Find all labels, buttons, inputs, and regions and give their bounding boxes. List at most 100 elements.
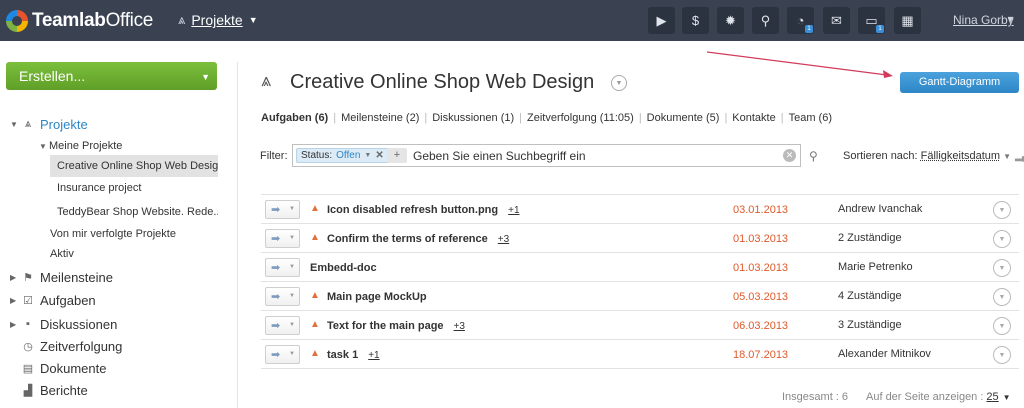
row-menu-icon[interactable]: ▼	[993, 201, 1011, 219]
project-item[interactable]: Creative Online Shop Web Design	[50, 155, 218, 177]
top-bar: TeamlabOffice ⩓ Projekte ▼ ▶ $ ✹ ⚲ ◔ 1 ✉ …	[0, 0, 1024, 41]
chevron-down-icon[interactable]: ▼	[364, 152, 371, 159]
sort-label: Sortieren nach:	[843, 150, 918, 162]
sidebar-divider	[237, 62, 238, 408]
project-lock-icon: ⩓	[261, 70, 272, 90]
row-menu-icon[interactable]: ▼	[993, 317, 1011, 335]
task-name[interactable]: Embedd-doc	[310, 262, 377, 274]
triangle-right-icon: ▶	[10, 319, 17, 329]
clear-icon[interactable]: ✕	[783, 149, 796, 162]
chevron-down-icon[interactable]: ▼	[1003, 152, 1011, 161]
table-row: ➡ ▼ ▲ task 1 +1 18.07.2013 Alexander Mitni…	[261, 340, 1019, 369]
sidebar-item-followed[interactable]: Von mir verfolgte Projekte	[50, 223, 176, 245]
subtask-count[interactable]: +1	[368, 350, 379, 361]
per-page-label: Auf der Seite anzeigen :	[866, 391, 984, 403]
task-due-date: 03.01.2013	[733, 204, 789, 216]
tab-meilensteine[interactable]: Meilensteine (2)	[336, 112, 424, 124]
projects-icon: ⩓	[24, 117, 32, 130]
search-icon[interactable]: ⚲	[809, 149, 818, 163]
sidebar-item-meilensteine[interactable]: ▶ ⚑ Meilensteine	[0, 266, 200, 288]
tab-kontakte[interactable]: Kontakte	[727, 112, 780, 124]
row-menu-icon[interactable]: ▼	[993, 288, 1011, 306]
annotation-arrow	[707, 51, 893, 78]
feed-icon[interactable]: ◔ 1	[787, 7, 814, 34]
tab-dokumente[interactable]: Dokumente (5)	[642, 112, 725, 124]
search-icon[interactable]: ⚲	[752, 7, 779, 34]
sidebar-item-diskussionen[interactable]: ▶ ▪ Diskussionen	[0, 313, 200, 335]
priority-high-icon: ▲	[310, 232, 320, 243]
logo[interactable]: TeamlabOffice	[6, 9, 153, 33]
video-icon[interactable]: ▶	[648, 7, 675, 34]
status-toggle-button[interactable]: ➡ ▼	[265, 229, 300, 248]
task-name[interactable]: Confirm the terms of reference	[327, 233, 488, 245]
status-toggle-button[interactable]: ➡ ▼	[265, 345, 300, 364]
sidebar-item-zeitverfolgung[interactable]: ◷ Zeitverfolgung	[0, 335, 200, 357]
table-row: ➡ ▼ ▲ Icon disabled refresh button.png +1 …	[261, 195, 1019, 224]
tab-aufgaben[interactable]: Aufgaben (6)	[261, 112, 333, 124]
document-icon: ▤	[22, 362, 34, 375]
chevron-down-icon[interactable]: ▼	[1006, 14, 1015, 24]
task-responsible: 3 Zuständige	[838, 319, 902, 331]
subtask-count[interactable]: +3	[454, 321, 465, 332]
filter-box[interactable]: Status: Offen ▼ ✕ + ✕	[292, 144, 801, 167]
sidebar-item-meine-projekte[interactable]: ▼ Meine Projekte	[0, 135, 200, 157]
task-name[interactable]: task 1	[327, 349, 358, 361]
task-name[interactable]: Text for the main page	[327, 320, 444, 332]
tab-diskussionen[interactable]: Diskussionen (1)	[427, 112, 519, 124]
filter-label: Filter:	[260, 150, 288, 162]
status-filter-chip[interactable]: Status: Offen ▼ ✕	[296, 148, 389, 163]
chevron-down-icon[interactable]: ▼	[1003, 393, 1011, 402]
per-page-control: Auf der Seite anzeigen :25 ▼	[866, 391, 1011, 403]
status-toggle-button[interactable]: ➡ ▼	[265, 258, 300, 277]
row-menu-icon[interactable]: ▼	[993, 346, 1011, 364]
logo-text-rest: Office	[105, 10, 154, 31]
search-input[interactable]	[413, 149, 773, 163]
status-toggle-button[interactable]: ➡ ▼	[265, 316, 300, 335]
gear-icon[interactable]: ✹	[717, 7, 744, 34]
sidebar-item-aufgaben[interactable]: ▶ ☑ Aufgaben	[0, 289, 200, 311]
title-menu-icon[interactable]: ▼	[611, 75, 627, 91]
tab-team[interactable]: Team (6)	[784, 112, 837, 124]
tab-zeitverfolgung[interactable]: Zeitverfolgung (11:05)	[522, 112, 639, 124]
priority-high-icon: ▲	[310, 290, 320, 301]
page-title: Creative Online Shop Web Design	[290, 71, 595, 93]
sidebar-item-dokumente[interactable]: ▤ Dokumente	[0, 357, 200, 379]
calendar-icon[interactable]: ▦	[894, 7, 921, 34]
row-menu-icon[interactable]: ▼	[993, 259, 1011, 277]
close-icon[interactable]: ✕	[375, 150, 383, 161]
status-toggle-button[interactable]: ➡ ▼	[265, 200, 300, 219]
task-name[interactable]: Icon disabled refresh button.png	[327, 204, 498, 216]
speech-bubble-icon: ▪	[26, 318, 30, 330]
status-toggle-button[interactable]: ➡ ▼	[265, 287, 300, 306]
checkbox-icon: ☑	[23, 294, 33, 307]
per-page-value[interactable]: 25	[986, 391, 998, 403]
task-responsible: Andrew Ivanchak	[838, 203, 923, 215]
sidebar-item-label: Aufgaben	[40, 292, 96, 308]
sidebar-item-label: Diskussionen	[40, 316, 118, 332]
project-item[interactable]: Insurance project	[50, 177, 218, 199]
module-switcher[interactable]: ⩓ Projekte ▼	[178, 12, 258, 28]
add-filter-button[interactable]: +	[387, 148, 407, 163]
subtask-count[interactable]: +1	[508, 205, 519, 216]
sort-order-icon[interactable]: ▂▄▆	[1015, 151, 1024, 161]
create-button[interactable]: Erstellen... ▼	[6, 62, 217, 90]
chat-icon[interactable]: ▭ 1	[858, 7, 885, 34]
dollar-icon[interactable]: $	[682, 7, 709, 34]
mail-icon[interactable]: ✉	[823, 7, 850, 34]
sort-value[interactable]: Fälligkeitsdatum	[921, 150, 1000, 162]
subtask-count[interactable]: +3	[498, 234, 509, 245]
table-row: ➡ ▼ ▲ Main page MockUp 05.03.2013 4 Zustä…	[261, 282, 1019, 311]
sidebar-item-aktiv[interactable]: Aktiv	[50, 243, 74, 265]
gantt-button[interactable]: Gantt-Diagramm	[900, 72, 1019, 93]
task-due-date: 06.03.2013	[733, 320, 789, 332]
chevron-down-icon: ▼	[289, 235, 295, 241]
task-due-date: 01.03.2013	[733, 233, 789, 245]
task-name[interactable]: Main page MockUp	[327, 291, 427, 303]
row-menu-icon[interactable]: ▼	[993, 230, 1011, 248]
user-menu[interactable]: Nina Gorby	[953, 13, 1014, 27]
arrow-right-icon: ➡	[271, 349, 281, 361]
sidebar-item-berichte[interactable]: ▟ Berichte	[0, 379, 200, 401]
project-item[interactable]: TeddyBear Shop Website. Rede...	[50, 201, 218, 223]
arrow-right-icon: ➡	[271, 320, 281, 332]
chevron-down-icon: ▼	[289, 206, 295, 212]
